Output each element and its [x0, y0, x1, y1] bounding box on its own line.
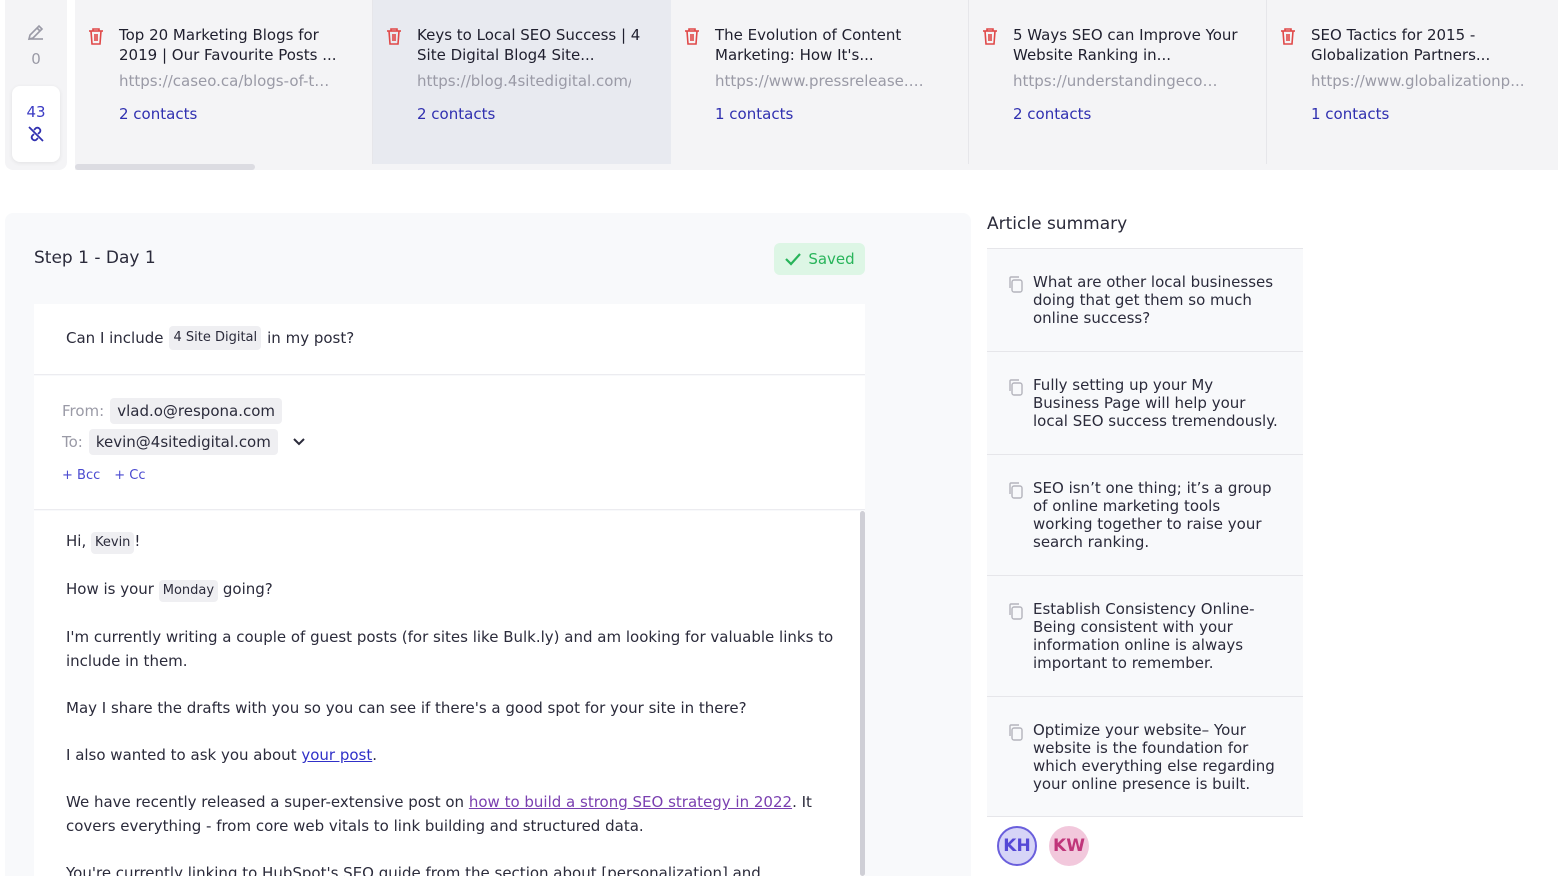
body-paragraph: You're currently linking to HubSpot's SE… [66, 864, 761, 876]
contact-avatars: KH KW [987, 826, 1089, 866]
email-body-editor[interactable]: Hi, Kevin! How is your Monday going? I'm… [34, 511, 865, 876]
summary-item-text: SEO isn’t one thing; it’s a group of onl… [1033, 479, 1272, 551]
greeting-suffix: ! [134, 532, 141, 550]
summary-item[interactable]: Establish Consistency Online- Being cons… [987, 576, 1303, 697]
trash-icon[interactable] [981, 26, 999, 46]
subject-field[interactable]: Can I include 4 Site Digital in my post? [34, 304, 865, 375]
copy-icon[interactable] [1007, 378, 1024, 397]
to-label: To: [62, 433, 83, 451]
opportunity-title: The Evolution of Content Marketing: How … [715, 26, 902, 64]
bcc-cc-row: + Bcc + Cc [62, 468, 146, 483]
opportunities-strip: 0 43 Top 20 Marketing Blogs for 2019 | O… [0, 0, 1558, 172]
greeting-text: Hi, [66, 532, 87, 550]
to-row: To: kevin@4sitedigital.com [62, 429, 306, 455]
email-step-panel: Step 1 - Day 1 Saved Can I include 4 Sit… [5, 213, 971, 876]
summary-item-text: What are other local businesses doing th… [1033, 273, 1274, 327]
summary-item-text: Establish Consistency Online- Being cons… [1033, 600, 1255, 672]
unlink-icon [28, 126, 44, 142]
email-header: From: vlad.o@respona.com To: kevin@4site… [34, 376, 865, 510]
weekday-variable-chip[interactable]: Monday [158, 580, 219, 602]
opportunity-card[interactable]: SEO Tactics for 2015 - Globalization Par… [1267, 0, 1558, 164]
trash-icon[interactable] [683, 26, 701, 46]
opportunity-card[interactable]: The Evolution of Content Marketing: How … [671, 0, 969, 164]
paragraph-text: We have recently released a super-extens… [66, 793, 465, 811]
paragraph-text: I also wanted to ask you about [66, 746, 297, 764]
opportunity-title: SEO Tactics for 2015 - Globalization Par… [1311, 26, 1491, 64]
add-bcc-button[interactable]: + Bcc [62, 468, 100, 483]
copy-icon[interactable] [1007, 481, 1024, 500]
summary-item[interactable]: SEO isn’t one thing; it’s a group of onl… [987, 455, 1303, 576]
chevron-down-icon[interactable] [292, 437, 306, 447]
opportunity-url[interactable]: https://understandingecom... [1013, 72, 1227, 90]
step-title: Step 1 - Day 1 [34, 248, 156, 268]
saved-label: Saved [808, 250, 855, 268]
from-row: From: vlad.o@respona.com [62, 398, 283, 424]
opportunity-url[interactable]: https://www.pressrelease.c... [715, 72, 929, 90]
opportunity-contacts[interactable]: 1 contacts [1311, 105, 1389, 123]
avatar[interactable]: KH [997, 826, 1037, 866]
trash-icon[interactable] [87, 26, 105, 46]
opportunity-contacts[interactable]: 2 contacts [417, 105, 495, 123]
body-scrollbar[interactable] [860, 511, 865, 876]
seo-strategy-link[interactable]: how to build a strong SEO strategy in 20… [469, 793, 792, 811]
horizontal-scrollbar-thumb[interactable] [75, 164, 255, 170]
body-paragraph: I'm currently writing a couple of guest … [66, 628, 834, 670]
to-email-chip[interactable]: kevin@4sitedigital.com [88, 429, 278, 455]
subject-text-before: Can I include [66, 329, 164, 347]
subject-variable-chip[interactable]: 4 Site Digital [169, 326, 262, 350]
pencil-counter[interactable]: 0 [5, 22, 67, 68]
trash-icon[interactable] [1279, 26, 1297, 46]
weekday-text-after: going? [222, 580, 273, 598]
opportunity-title: Top 20 Marketing Blogs for 2019 | Our Fa… [119, 26, 337, 64]
weekday-text-before: How is your [66, 580, 154, 598]
email-body-text[interactable]: Hi, Kevin! How is your Monday going? I'm… [66, 529, 836, 876]
pencil-icon [27, 24, 44, 41]
opportunity-contacts[interactable]: 2 contacts [119, 105, 197, 123]
summary-item[interactable]: Optimize your website– Your website is t… [987, 697, 1303, 817]
opportunity-url[interactable]: https://caseo.ca/blogs-of-th... [119, 72, 333, 90]
opportunity-card[interactable]: 5 Ways SEO can Improve Your Website Rank… [969, 0, 1267, 164]
article-summary-title: Article summary [987, 213, 1303, 249]
saved-status-badge: Saved [774, 243, 865, 275]
greeting-line: Hi, Kevin! [66, 529, 836, 554]
body-paragraph-with-link: I also wanted to ask you about your post… [66, 743, 836, 767]
opportunity-title: Keys to Local SEO Success | 4 Site Digit… [417, 26, 641, 64]
subject-text-after: in my post? [267, 329, 355, 347]
opportunity-url[interactable]: https://blog.4sitedigital.com/k [417, 72, 631, 90]
opportunity-card[interactable]: Top 20 Marketing Blogs for 2019 | Our Fa… [75, 0, 373, 164]
trash-icon[interactable] [385, 26, 403, 46]
weekday-line: How is your Monday going? [66, 577, 836, 602]
body-paragraph: May I share the drafts with you so you c… [66, 699, 747, 717]
body-paragraph-with-link: We have recently released a super-extens… [66, 790, 836, 838]
summary-item[interactable]: What are other local businesses doing th… [987, 249, 1303, 352]
from-email-chip[interactable]: vlad.o@respona.com [110, 398, 283, 424]
opportunity-title: 5 Ways SEO can Improve Your Website Rank… [1013, 26, 1238, 64]
from-label: From: [62, 402, 105, 420]
paragraph-text: . [372, 746, 378, 764]
copy-icon[interactable] [1007, 602, 1024, 621]
first-name-variable-chip[interactable]: Kevin [91, 532, 135, 554]
opportunity-contacts[interactable]: 1 contacts [715, 105, 793, 123]
unlinked-counter[interactable]: 43 [12, 86, 60, 162]
summary-item[interactable]: Fully setting up your My Business Page w… [987, 352, 1303, 455]
your-post-link[interactable]: your post [301, 746, 372, 764]
summary-item-text: Optimize your website– Your website is t… [1033, 721, 1275, 793]
avatar[interactable]: KW [1049, 826, 1089, 866]
horizontal-scrollbar-track[interactable] [75, 164, 1558, 170]
link-count: 43 [26, 103, 46, 121]
pencil-count: 0 [31, 50, 41, 68]
opportunity-list: Top 20 Marketing Blogs for 2019 | Our Fa… [75, 0, 1558, 164]
article-summary-panel: Article summary What are other local bus… [987, 213, 1303, 817]
add-cc-button[interactable]: + Cc [114, 468, 145, 483]
opportunity-contacts[interactable]: 2 contacts [1013, 105, 1091, 123]
opportunity-url[interactable]: https://www.globalizationp... [1311, 72, 1525, 90]
copy-icon[interactable] [1007, 275, 1024, 294]
side-counter-panel: 0 43 [5, 0, 67, 170]
copy-icon[interactable] [1007, 723, 1024, 742]
subject-line: Can I include 4 Site Digital in my post? [66, 326, 354, 350]
summary-item-text: Fully setting up your My Business Page w… [1033, 376, 1278, 430]
opportunity-card-active[interactable]: Keys to Local SEO Success | 4 Site Digit… [373, 0, 671, 164]
check-icon [785, 253, 802, 266]
